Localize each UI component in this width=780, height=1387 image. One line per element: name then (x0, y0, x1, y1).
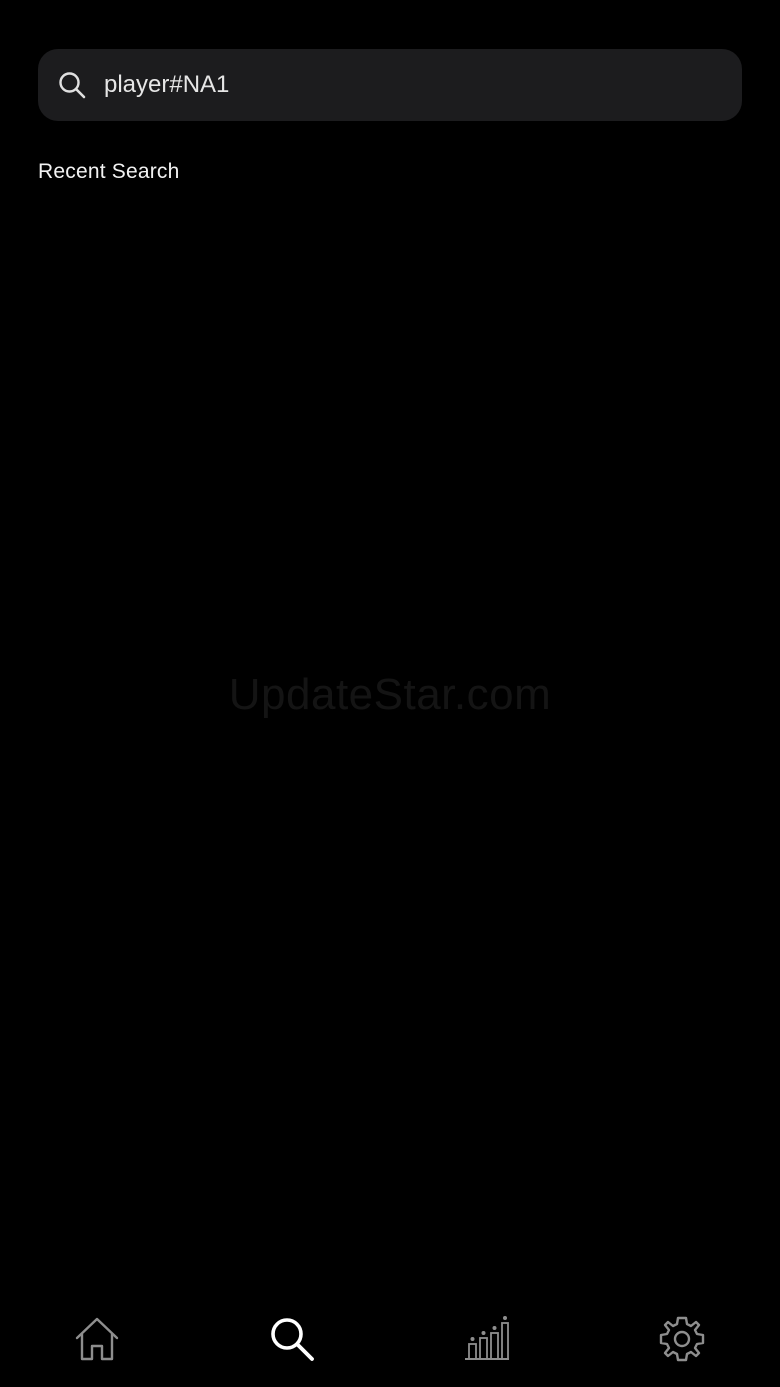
recent-search-title: Recent Search (38, 160, 180, 183)
watermark: UpdateStar.com (228, 670, 552, 719)
leaderboard-icon (465, 1316, 509, 1360)
home-icon (75, 1317, 119, 1361)
search-bar[interactable] (38, 49, 742, 121)
tab-home[interactable] (67, 1309, 127, 1369)
search-icon (56, 69, 88, 101)
tab-leaderboard[interactable] (457, 1309, 517, 1369)
tab-settings[interactable] (652, 1309, 712, 1369)
tab-search[interactable] (262, 1309, 322, 1369)
gear-icon (659, 1316, 705, 1362)
search-input[interactable] (104, 65, 722, 105)
search-icon (271, 1318, 314, 1361)
tab-bar (0, 1291, 780, 1387)
